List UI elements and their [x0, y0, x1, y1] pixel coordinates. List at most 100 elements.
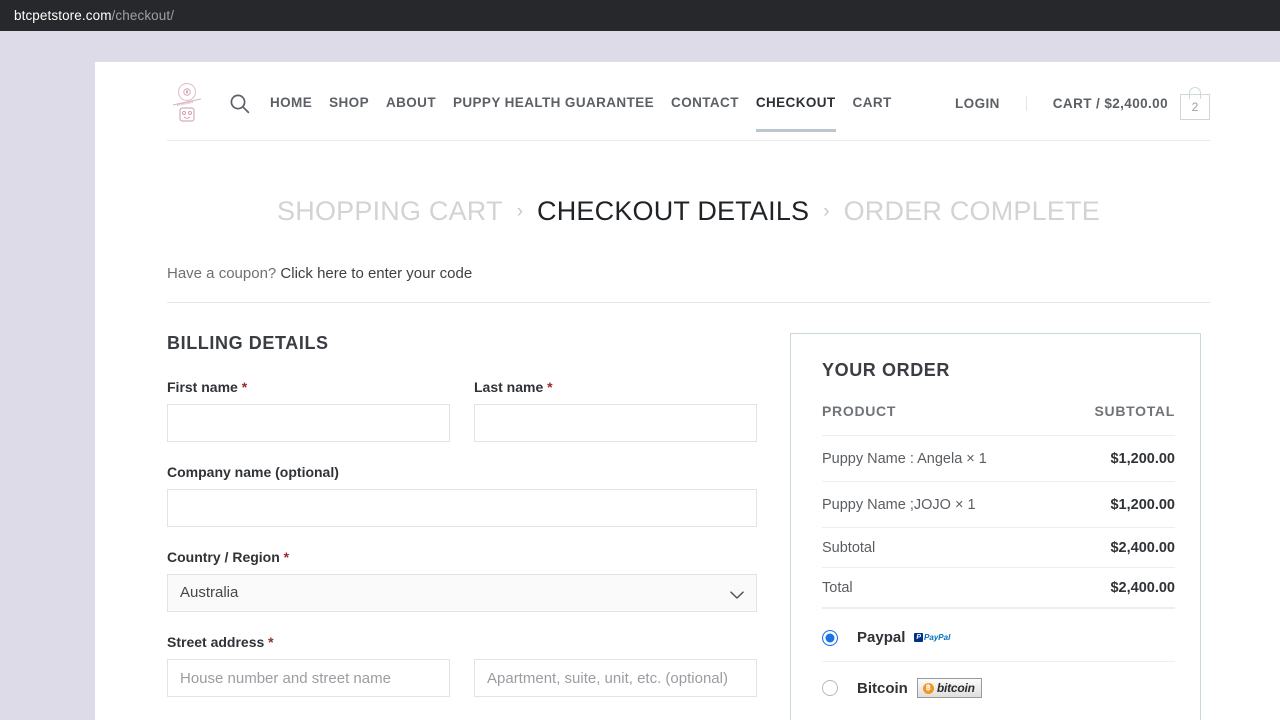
- order-line-item: Puppy Name : Angela × 1 $1,200.00: [822, 435, 1175, 482]
- first-name-label: First name *: [167, 379, 450, 395]
- site-logo[interactable]: btcpetstore: [167, 81, 207, 125]
- paypal-label: Paypal: [857, 629, 906, 646]
- step-separator-1: ›: [516, 200, 524, 222]
- payment-methods-list: Paypal P PayPal Bitcoin ฿ bitcoin: [822, 613, 1175, 713]
- street-line2-group: [474, 659, 757, 697]
- paypal-logo-icon: P PayPal: [914, 633, 950, 642]
- nav-item-home[interactable]: HOME: [270, 94, 329, 112]
- street-address-label: Street address *: [167, 634, 757, 650]
- nav-item-cart[interactable]: CART: [853, 94, 909, 112]
- main-navigation: HOME SHOP ABOUT PUPPY HEALTH GUARANTEE C…: [270, 94, 955, 132]
- bitcoin-coin-symbol: ฿: [922, 682, 934, 694]
- last-name-required-mark: *: [547, 379, 553, 395]
- country-select-wrapper: Australia: [167, 574, 757, 612]
- street-inputs-row: [167, 659, 757, 697]
- company-field-group: Company name (optional): [167, 464, 757, 527]
- bitcoin-wordmark: bitcoin: [936, 681, 975, 695]
- street-line1-group: [167, 659, 450, 697]
- nav-item-puppy-health-guarantee[interactable]: PUPPY HEALTH GUARANTEE: [453, 94, 671, 112]
- country-field-group: Country / Region * Australia: [167, 549, 757, 612]
- payment-option-bitcoin[interactable]: Bitcoin ฿ bitcoin: [822, 662, 1175, 713]
- content-container: btcpetstore HOME SHOP ABOUT PUPPY HEALTH…: [165, 62, 1210, 720]
- your-order-title: YOUR ORDER: [822, 360, 951, 380]
- header-actions: LOGIN CART / $2,400.00 2: [955, 86, 1210, 120]
- street-address-field-row: Street address *: [167, 634, 757, 697]
- order-total-label: Total: [822, 567, 1060, 609]
- paypal-mark: P: [914, 633, 924, 642]
- checkout-steps-breadcrumb: SHOPPING CART › CHECKOUT DETAILS › ORDER…: [167, 141, 1210, 265]
- street-required-mark: *: [268, 634, 274, 650]
- coupon-prompt: Have a coupon?: [167, 265, 277, 282]
- country-region-label-text: Country / Region: [167, 549, 280, 565]
- company-field-row: Company name (optional): [167, 464, 757, 527]
- paypal-wordmark: PayPal: [924, 632, 951, 642]
- nav-item-contact[interactable]: CONTACT: [671, 94, 756, 112]
- billing-details-title: BILLING DETAILS: [167, 333, 329, 353]
- first-name-required-mark: *: [241, 379, 248, 395]
- order-item-qty: × 1: [954, 497, 976, 513]
- order-item-name-cell: Puppy Name : Angela × 1: [822, 435, 1060, 482]
- order-item-subtotal: $1,200.00: [1059, 435, 1175, 482]
- checkout-columns: BILLING DETAILS First name * Last name *…: [167, 303, 1210, 720]
- order-line-item: Puppy Name ;JOJO × 1 $1,200.00: [822, 481, 1175, 528]
- url-path: /checkout/: [111, 8, 175, 23]
- step-order-complete: ORDER COMPLETE: [843, 196, 1100, 226]
- country-required-mark: *: [283, 549, 290, 565]
- order-col-product: PRODUCT: [822, 403, 1060, 436]
- country-select[interactable]: Australia: [167, 574, 757, 612]
- nav-item-checkout[interactable]: CHECKOUT: [755, 94, 853, 132]
- last-name-label-text: Last name: [474, 379, 544, 395]
- page-content-card: btcpetstore HOME SHOP ABOUT PUPPY HEALTH…: [95, 62, 1280, 720]
- last-name-field-group: Last name *: [474, 379, 757, 442]
- cart-total-link[interactable]: CART / $2,400.00: [1027, 96, 1168, 111]
- order-summary-table: PRODUCT SUBTOTAL Puppy Name : Angela × 1: [822, 403, 1175, 609]
- order-item-name-cell: Puppy Name ;JOJO × 1: [822, 481, 1060, 528]
- street-address-line2-input[interactable]: [474, 659, 757, 697]
- browser-url-bar[interactable]: btcpetstore.com/checkout/: [0, 0, 1280, 31]
- street-address-group: Street address *: [167, 634, 757, 697]
- url-domain: btcpetstore.com: [14, 8, 112, 23]
- street-address-line1-input[interactable]: [167, 659, 450, 697]
- order-subtotal-value: $2,400.00: [1059, 527, 1175, 568]
- order-subtotal-label: Subtotal: [822, 527, 1060, 568]
- order-col-subtotal: SUBTOTAL: [1059, 403, 1175, 436]
- last-name-label: Last name *: [474, 379, 757, 395]
- search-icon[interactable]: [229, 93, 250, 114]
- bitcoin-radio[interactable]: [822, 680, 838, 696]
- order-item-qty: × 1: [966, 451, 987, 467]
- street-address-label-text: Street address: [167, 634, 265, 650]
- svg-text:btcpetstore: btcpetstore: [176, 100, 193, 107]
- order-total-value: $2,400.00: [1059, 567, 1175, 609]
- order-item-name: Puppy Name ;JOJO: [822, 497, 951, 513]
- first-name-input[interactable]: [167, 404, 450, 442]
- nav-item-shop[interactable]: SHOP: [329, 94, 386, 112]
- first-name-label-text: First name: [167, 379, 238, 395]
- last-name-input[interactable]: [474, 404, 757, 442]
- step-checkout-details: CHECKOUT DETAILS: [537, 196, 810, 226]
- order-table-header-row: PRODUCT SUBTOTAL: [822, 403, 1175, 436]
- step-shopping-cart[interactable]: SHOPPING CART: [277, 196, 503, 227]
- cart-item-count: 2: [1180, 94, 1210, 120]
- bitcoin-label: Bitcoin: [857, 679, 908, 697]
- step-separator-2: ›: [823, 200, 830, 222]
- login-link[interactable]: LOGIN: [955, 95, 1027, 111]
- coupon-toggle-link[interactable]: Click here to enter your code: [280, 265, 472, 282]
- payment-option-paypal[interactable]: Paypal P PayPal: [822, 613, 1175, 662]
- page-viewport: btcpetstore HOME SHOP ABOUT PUPPY HEALTH…: [0, 31, 1280, 720]
- company-name-input[interactable]: [167, 489, 757, 527]
- company-name-label: Company name (optional): [167, 464, 339, 480]
- name-field-row: First name * Last name *: [167, 379, 757, 442]
- nav-item-about[interactable]: ABOUT: [386, 94, 453, 112]
- billing-details-section: BILLING DETAILS First name * Last name *…: [167, 333, 757, 719]
- order-subtotal-row: Subtotal $2,400.00: [822, 527, 1175, 568]
- paypal-radio[interactable]: [822, 629, 838, 646]
- order-item-subtotal: $1,200.00: [1059, 481, 1175, 528]
- order-total-row: Total $2,400.00: [822, 567, 1175, 609]
- coupon-row: Have a coupon? Click here to enter your …: [167, 265, 1210, 303]
- cart-bag-icon[interactable]: 2: [1180, 86, 1210, 120]
- site-header: btcpetstore HOME SHOP ABOUT PUPPY HEALTH…: [167, 62, 1210, 141]
- country-field-row: Country / Region * Australia: [167, 549, 757, 612]
- order-item-name: Puppy Name : Angela: [822, 451, 963, 467]
- bitcoin-logo-icon: ฿ bitcoin: [916, 678, 982, 698]
- first-name-field-group: First name *: [167, 379, 450, 442]
